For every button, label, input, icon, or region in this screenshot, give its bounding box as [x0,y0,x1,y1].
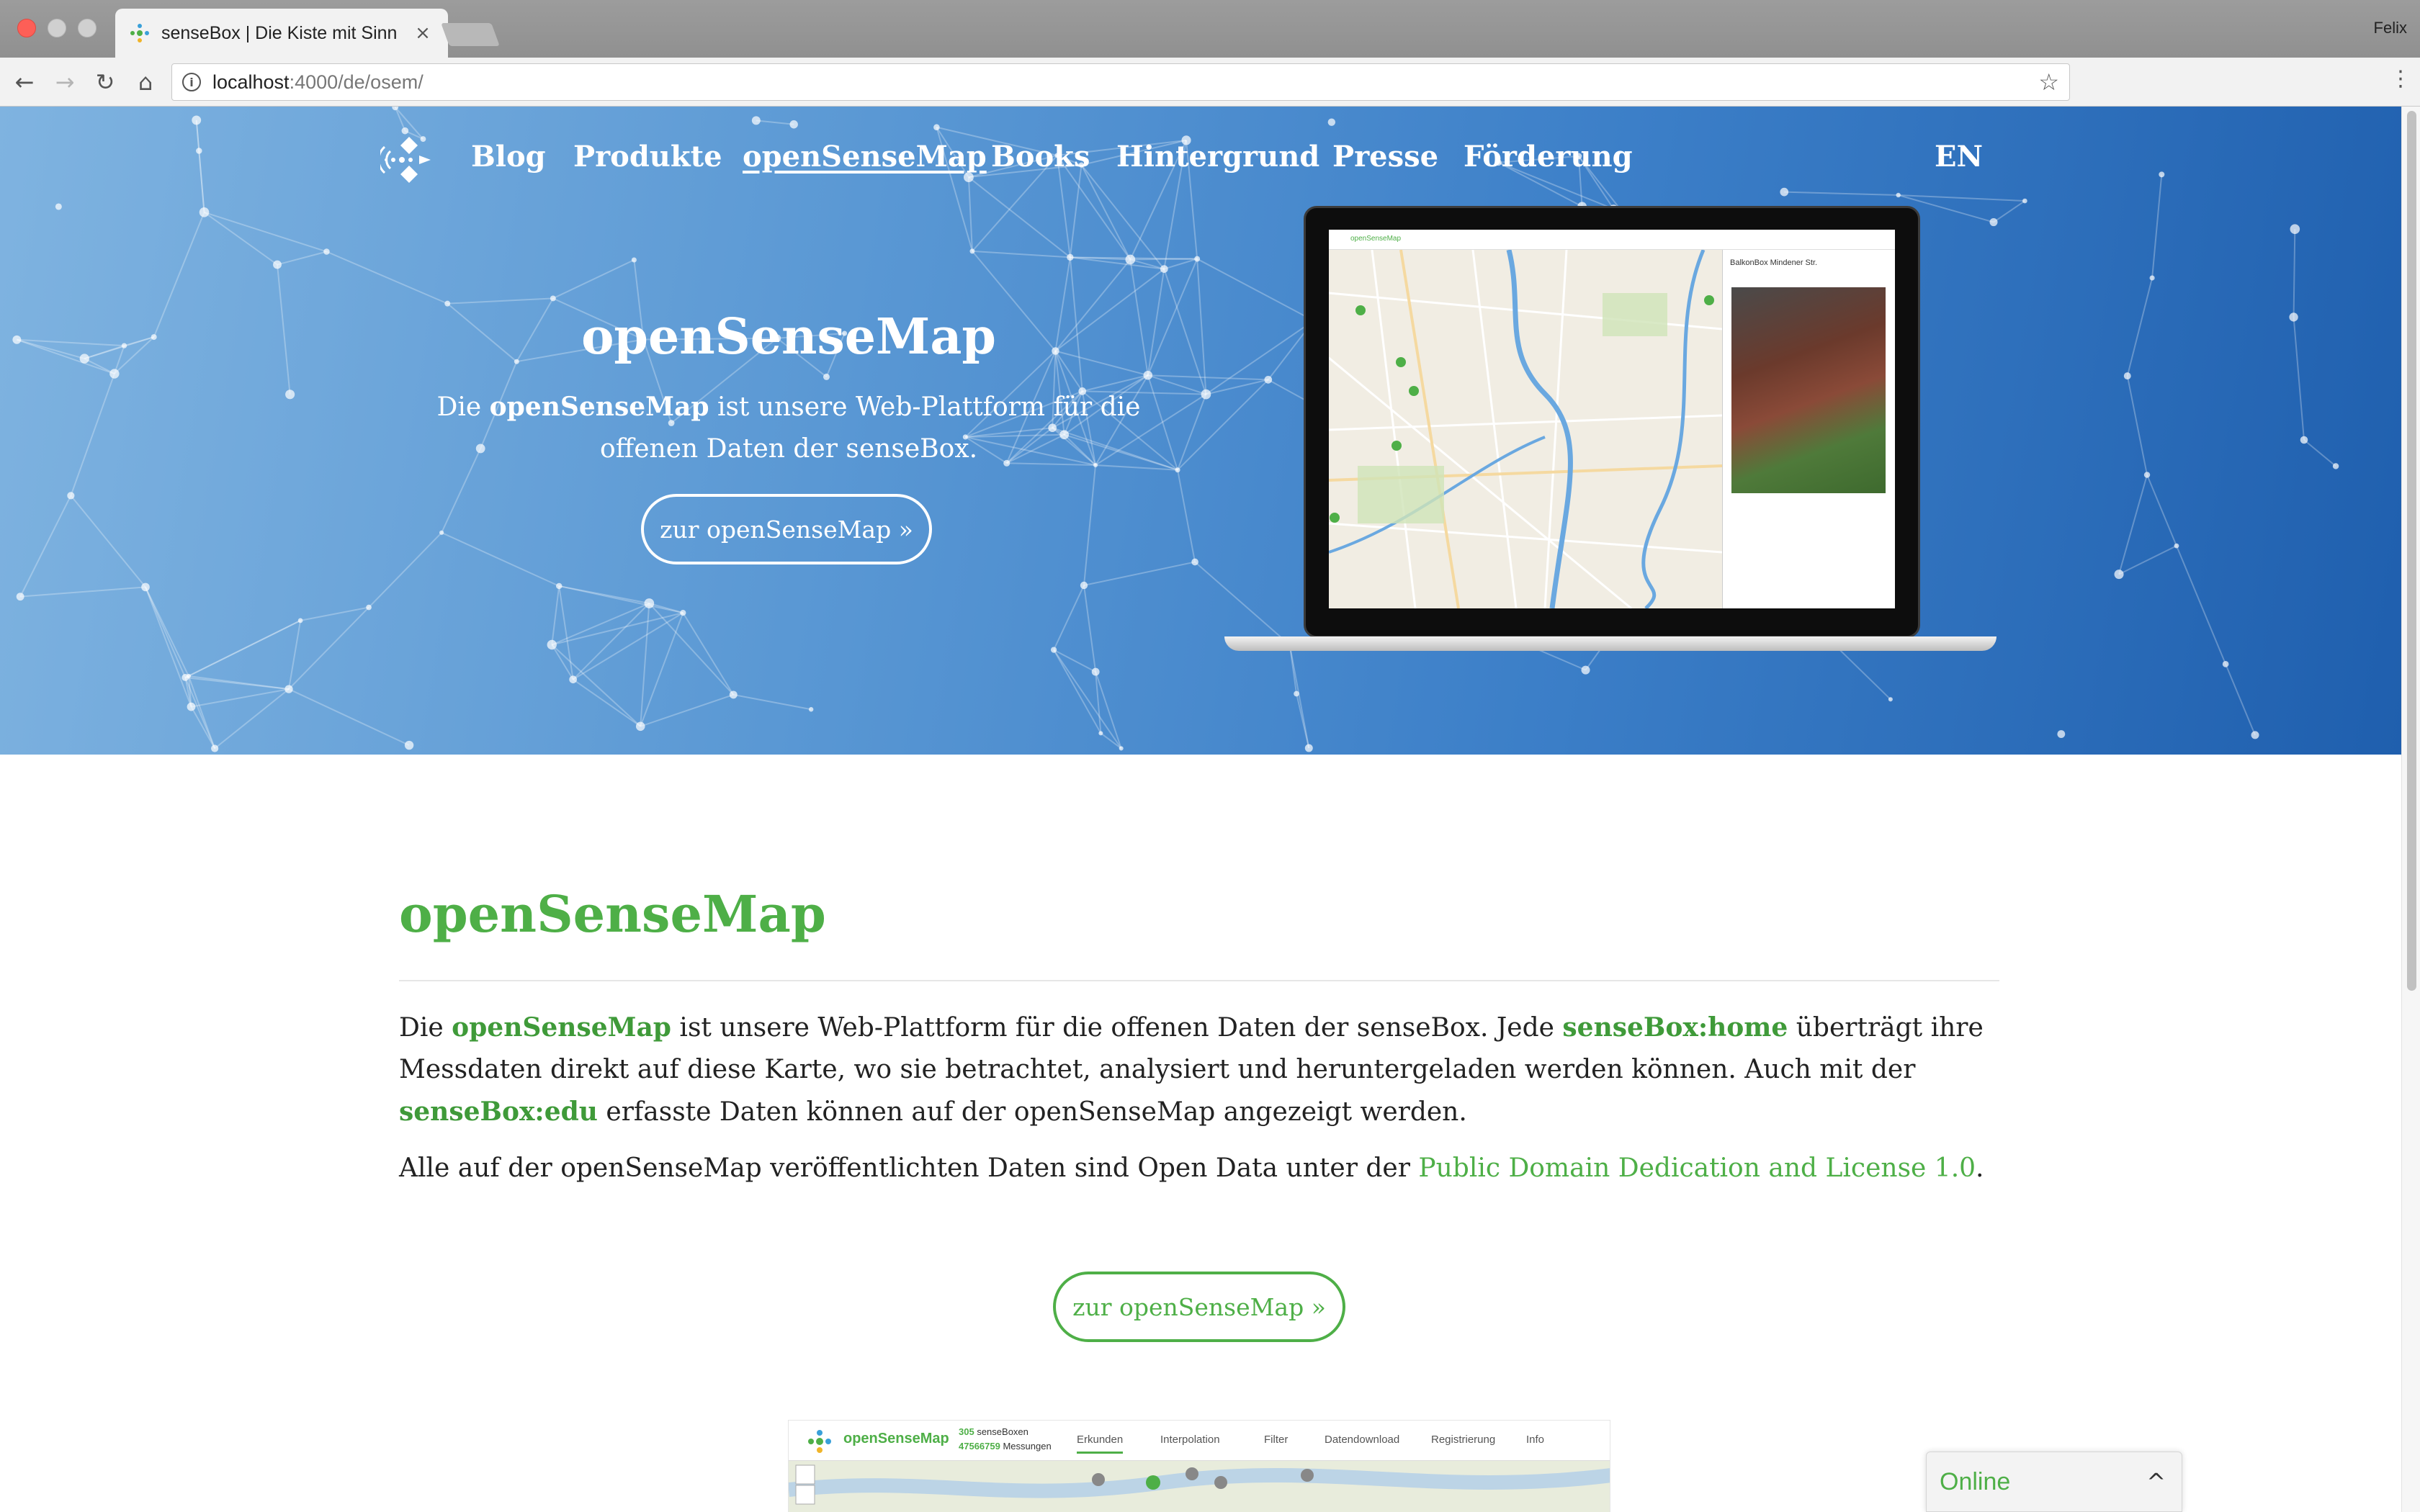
p1-text: ist unsere Web-Plattform für die offenen… [671,1013,1563,1043]
p2-text: Alle auf der openSenseMap veröffentlicht… [399,1153,1419,1183]
browser-titlebar: senseBox | Die Kiste mit Sinn × Felix [0,0,2420,58]
boxes-label: senseBoxen [977,1426,1028,1437]
page-viewport: Blog Produkte openSenseMap Books Hinterg… [0,107,2401,1512]
forward-arrow-icon[interactable]: → [49,66,81,98]
browser-menu-icon[interactable]: ⋮ [2390,66,2411,98]
nav-item-foerderung[interactable]: Förderung [1464,140,1633,174]
screenshot-tab-datendownload: Datendownload [1325,1434,1400,1446]
nav-item-books[interactable]: Books [991,140,1090,174]
screenshot-counts: 305 senseBoxen 47566759 Messungen [959,1425,1052,1454]
sensor-photo [1731,287,1886,493]
screenshot-tab-info: Info [1526,1434,1545,1446]
site-info-icon[interactable]: i [182,73,201,91]
opensensemap-screenshot-image: openSenseMap 305 senseBoxen 47566759 Mes… [788,1420,1610,1512]
laptop-map [1329,249,1723,608]
laptop-side-panel: BalkonBox Mindener Str. [1722,250,1895,608]
screenshot-header: openSenseMap 305 senseBoxen 47566759 Mes… [789,1421,1610,1461]
address-bar[interactable]: i localhost:4000/de/osem/ ☆ [171,63,2070,101]
back-arrow-icon[interactable]: ← [9,66,40,98]
content-paragraph-2: Alle auf der openSenseMap veröffentlicht… [399,1148,2012,1189]
nav-item-blog[interactable]: Blog [471,140,546,174]
hero-text-pre: Die [436,392,490,422]
inline-link-sensebox-home[interactable]: senseBox:home [1562,1012,1788,1043]
content-title: openSenseMap [399,884,826,944]
url-text[interactable]: localhost:4000/de/osem/ [212,71,424,94]
content-paragraph-1: Die openSenseMap ist unsere Web-Plattfor… [399,1007,2012,1133]
nav-item-produkte[interactable]: Produkte [573,140,722,174]
url-path: :4000/de/osem/ [289,71,424,93]
laptop-base [1224,636,1996,651]
online-chat-widget[interactable]: Online ^ [1926,1452,2182,1512]
laptop-mockup-image: openSenseMap BalkonBox Mindener Str. [1224,206,1996,657]
p1-text: erfasste Daten können auf der openSenseM… [597,1097,1467,1127]
laptop-panel-title: BalkonBox Mindener Str. [1730,258,1818,267]
language-switch-en[interactable]: EN [1935,140,1983,174]
sensebox-favicon-icon [130,23,150,43]
inline-link-opensensemap[interactable]: openSenseMap [452,1012,671,1043]
hero-section: Blog Produkte openSenseMap Books Hinterg… [0,107,2401,755]
new-tab-button[interactable] [441,23,500,46]
hero-description: Die openSenseMap ist unsere Web-Plattfor… [403,386,1174,470]
window-minimize-button[interactable] [48,19,66,37]
screenshot-logo-icon [808,1430,831,1453]
online-status-label: Online [1940,1468,2011,1495]
inline-link-sensebox-edu[interactable]: senseBox:edu [399,1097,598,1127]
measurements-label: Messungen [1003,1441,1052,1452]
window-zoom-button[interactable] [78,19,97,37]
p1-text: Die [399,1013,452,1043]
boxes-count: 305 [959,1426,974,1437]
sensebox-logo-icon[interactable] [377,131,438,189]
screenshot-tab-filter: Filter [1264,1434,1289,1446]
screenshot-tab-interpolation: Interpolation [1160,1434,1220,1446]
divider [399,980,1999,981]
nav-item-hintergrund[interactable]: Hintergrund [1116,140,1319,174]
screenshot-brand: openSenseMap [843,1431,949,1446]
nav-item-presse[interactable]: Presse [1332,140,1438,174]
bookmark-star-icon[interactable]: ☆ [2038,68,2059,96]
site-navigation: Blog Produkte openSenseMap Books Hinterg… [0,128,2401,193]
profile-name[interactable]: Felix [2374,19,2407,37]
laptop-bezel: openSenseMap BalkonBox Mindener Str. [1304,206,1920,638]
network-background-graphic [12,107,2339,752]
window-close-button[interactable] [17,19,36,37]
chevron-up-icon[interactable]: ^ [2146,1468,2166,1495]
nav-item-opensensemap[interactable]: openSenseMap [743,140,987,174]
hero-text-bold: openSenseMap [489,392,709,422]
browser-tab-active[interactable]: senseBox | Die Kiste mit Sinn × [115,9,448,58]
hero-opensensemap-button[interactable]: zur openSenseMap » [641,494,932,564]
pddl-license-link[interactable]: Public Domain Dedication and License 1.0 [1418,1153,1976,1183]
screenshot-map [789,1461,1610,1512]
scrollbar-thumb[interactable] [2407,111,2416,991]
browser-toolbar: ← → ↻ ⌂ i localhost:4000/de/osem/ ☆ ⋮ [0,58,2420,107]
tab-close-icon[interactable]: × [412,22,434,44]
tab-title: senseBox | Die Kiste mit Sinn [161,22,398,43]
content-opensensemap-button[interactable]: zur openSenseMap » [1053,1272,1345,1342]
screenshot-tab-registrierung: Registrierung [1431,1434,1496,1446]
screenshot-tab-erkunden: Erkunden [1077,1434,1124,1454]
page-scrollbar[interactable] [2401,107,2420,1512]
home-icon[interactable]: ⌂ [130,66,161,98]
laptop-app-header: openSenseMap [1329,230,1895,250]
reload-icon[interactable]: ↻ [89,66,121,98]
measurements-count: 47566759 [959,1441,1000,1452]
url-host: localhost [212,71,290,93]
p2-end: . [1976,1153,1984,1183]
laptop-screen: openSenseMap BalkonBox Mindener Str. [1329,230,1895,608]
